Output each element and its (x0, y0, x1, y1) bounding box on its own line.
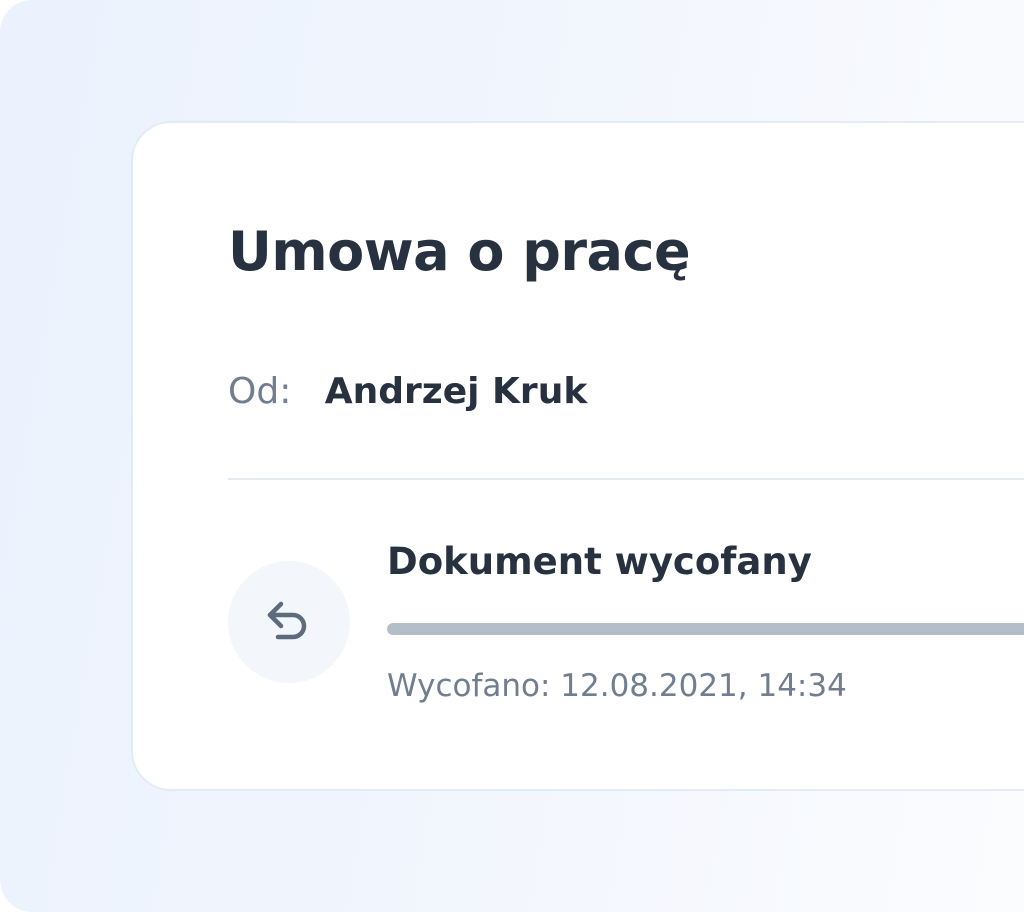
document-title: Umowa o pracę (228, 220, 691, 283)
status-timestamp: Wycofano: 12.08.2021, 14:34 (387, 668, 847, 704)
sender-name: Andrzej Kruk (324, 371, 588, 412)
status-title: Dokument wycofany (387, 540, 812, 583)
sender-row: Od: Andrzej Kruk (228, 371, 587, 412)
divider (228, 478, 1024, 480)
sender-label: Od: (228, 371, 292, 412)
status-progress-fill (387, 623, 1024, 635)
status-icon-badge (228, 561, 350, 683)
status-progress-bar (387, 623, 1024, 635)
document-card[interactable]: Umowa o pracę Od: Andrzej Kruk Dokument … (131, 121, 1024, 791)
background-panel: Umowa o pracę Od: Andrzej Kruk Dokument … (0, 0, 1024, 912)
undo-arrow-icon (267, 601, 307, 640)
